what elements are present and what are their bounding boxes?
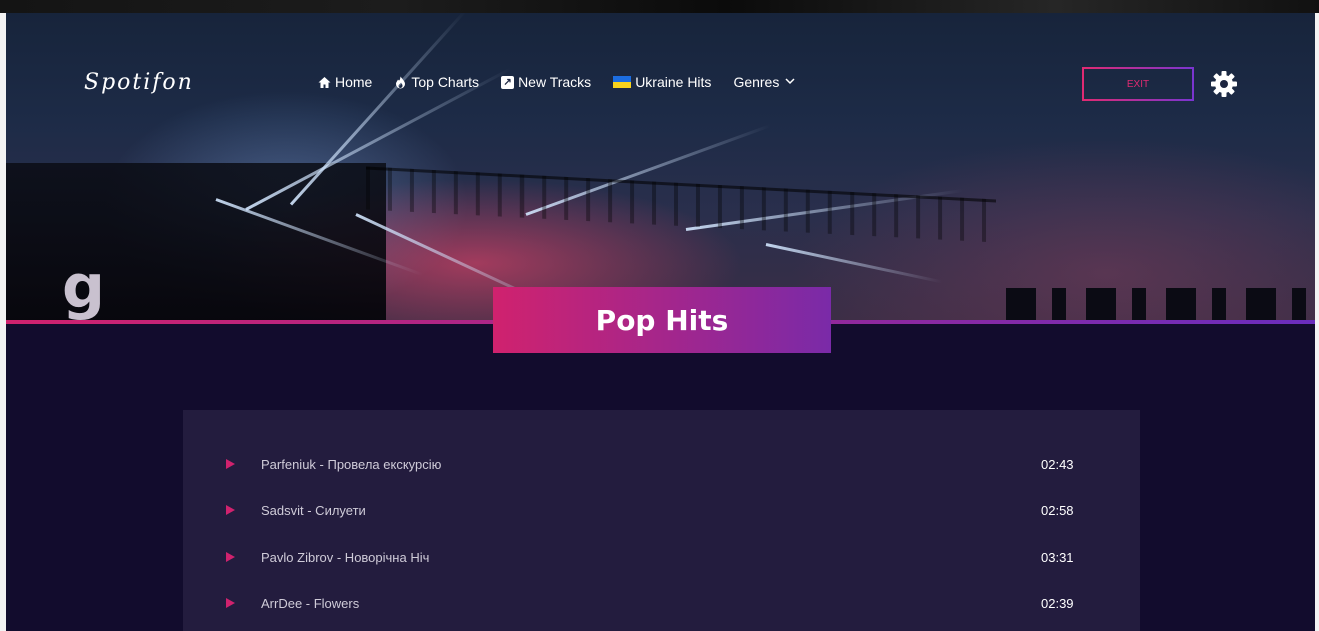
city-skyline bbox=[1006, 288, 1315, 322]
track-row[interactable]: Sadsvit - Силуети 02:58 bbox=[183, 497, 1140, 527]
ukraine-flag-icon bbox=[613, 76, 632, 88]
window-right-edge bbox=[1315, 13, 1319, 631]
track-row[interactable]: Parfeniuk - Провела екскурсію 02:43 bbox=[183, 451, 1140, 481]
hero-concert-banner: g bbox=[6, 13, 1315, 322]
nav-new-tracks[interactable]: ↗ New Tracks bbox=[501, 74, 591, 90]
nav-home-label: Home bbox=[335, 74, 373, 90]
nav-new-tracks-label: New Tracks bbox=[518, 74, 592, 90]
track-title: Parfeniuk - Провела екскурсію bbox=[261, 457, 442, 472]
external-link-icon: ↗ bbox=[501, 75, 515, 89]
play-icon[interactable] bbox=[226, 598, 235, 608]
page-title-banner: Pop Hits bbox=[493, 287, 831, 353]
track-duration: 02:39 bbox=[1041, 596, 1074, 611]
track-duration: 02:43 bbox=[1041, 457, 1074, 472]
nav-top-charts-label: Top Charts bbox=[411, 74, 480, 90]
stage-truss bbox=[366, 166, 996, 243]
main-nav: Home Top Charts ↗ New Tracks Ukraine Hit… bbox=[318, 74, 795, 90]
nav-top-charts[interactable]: Top Charts bbox=[394, 74, 479, 90]
fire-icon bbox=[394, 76, 407, 89]
track-row[interactable]: ArrDee - Flowers 02:39 bbox=[183, 590, 1140, 620]
nav-ukraine-hits[interactable]: Ukraine Hits bbox=[613, 74, 711, 90]
site-logo[interactable]: Spotifon bbox=[84, 70, 194, 95]
track-title: ArrDee - Flowers bbox=[261, 596, 360, 611]
watermark-logo-icon: g bbox=[62, 252, 105, 322]
play-icon[interactable] bbox=[226, 552, 235, 562]
nav-home[interactable]: Home bbox=[318, 74, 372, 90]
track-title: Pavlo Zibrov - Новорічна Ніч bbox=[261, 550, 430, 565]
light-beam bbox=[765, 243, 943, 284]
nav-genres-dropdown[interactable]: Genres bbox=[733, 74, 795, 90]
gear-icon[interactable] bbox=[1210, 70, 1238, 98]
page-title: Pop Hits bbox=[595, 303, 729, 337]
track-list: Parfeniuk - Провела екскурсію 02:43 Sads… bbox=[183, 410, 1140, 631]
track-row[interactable]: Pavlo Zibrov - Новорічна Ніч 03:31 bbox=[183, 544, 1140, 574]
exit-button[interactable]: EXIT bbox=[1082, 67, 1194, 101]
nav-ukraine-hits-label: Ukraine Hits bbox=[635, 74, 712, 90]
play-icon[interactable] bbox=[226, 459, 235, 469]
home-icon bbox=[318, 76, 331, 89]
play-icon[interactable] bbox=[226, 505, 235, 515]
browser-top-strip bbox=[0, 0, 1319, 13]
track-title: Sadsvit - Силуети bbox=[261, 503, 366, 518]
track-duration: 03:31 bbox=[1041, 550, 1074, 565]
chevron-down-icon bbox=[785, 77, 795, 88]
track-duration: 02:58 bbox=[1041, 503, 1074, 518]
nav-genres-label: Genres bbox=[733, 74, 780, 90]
